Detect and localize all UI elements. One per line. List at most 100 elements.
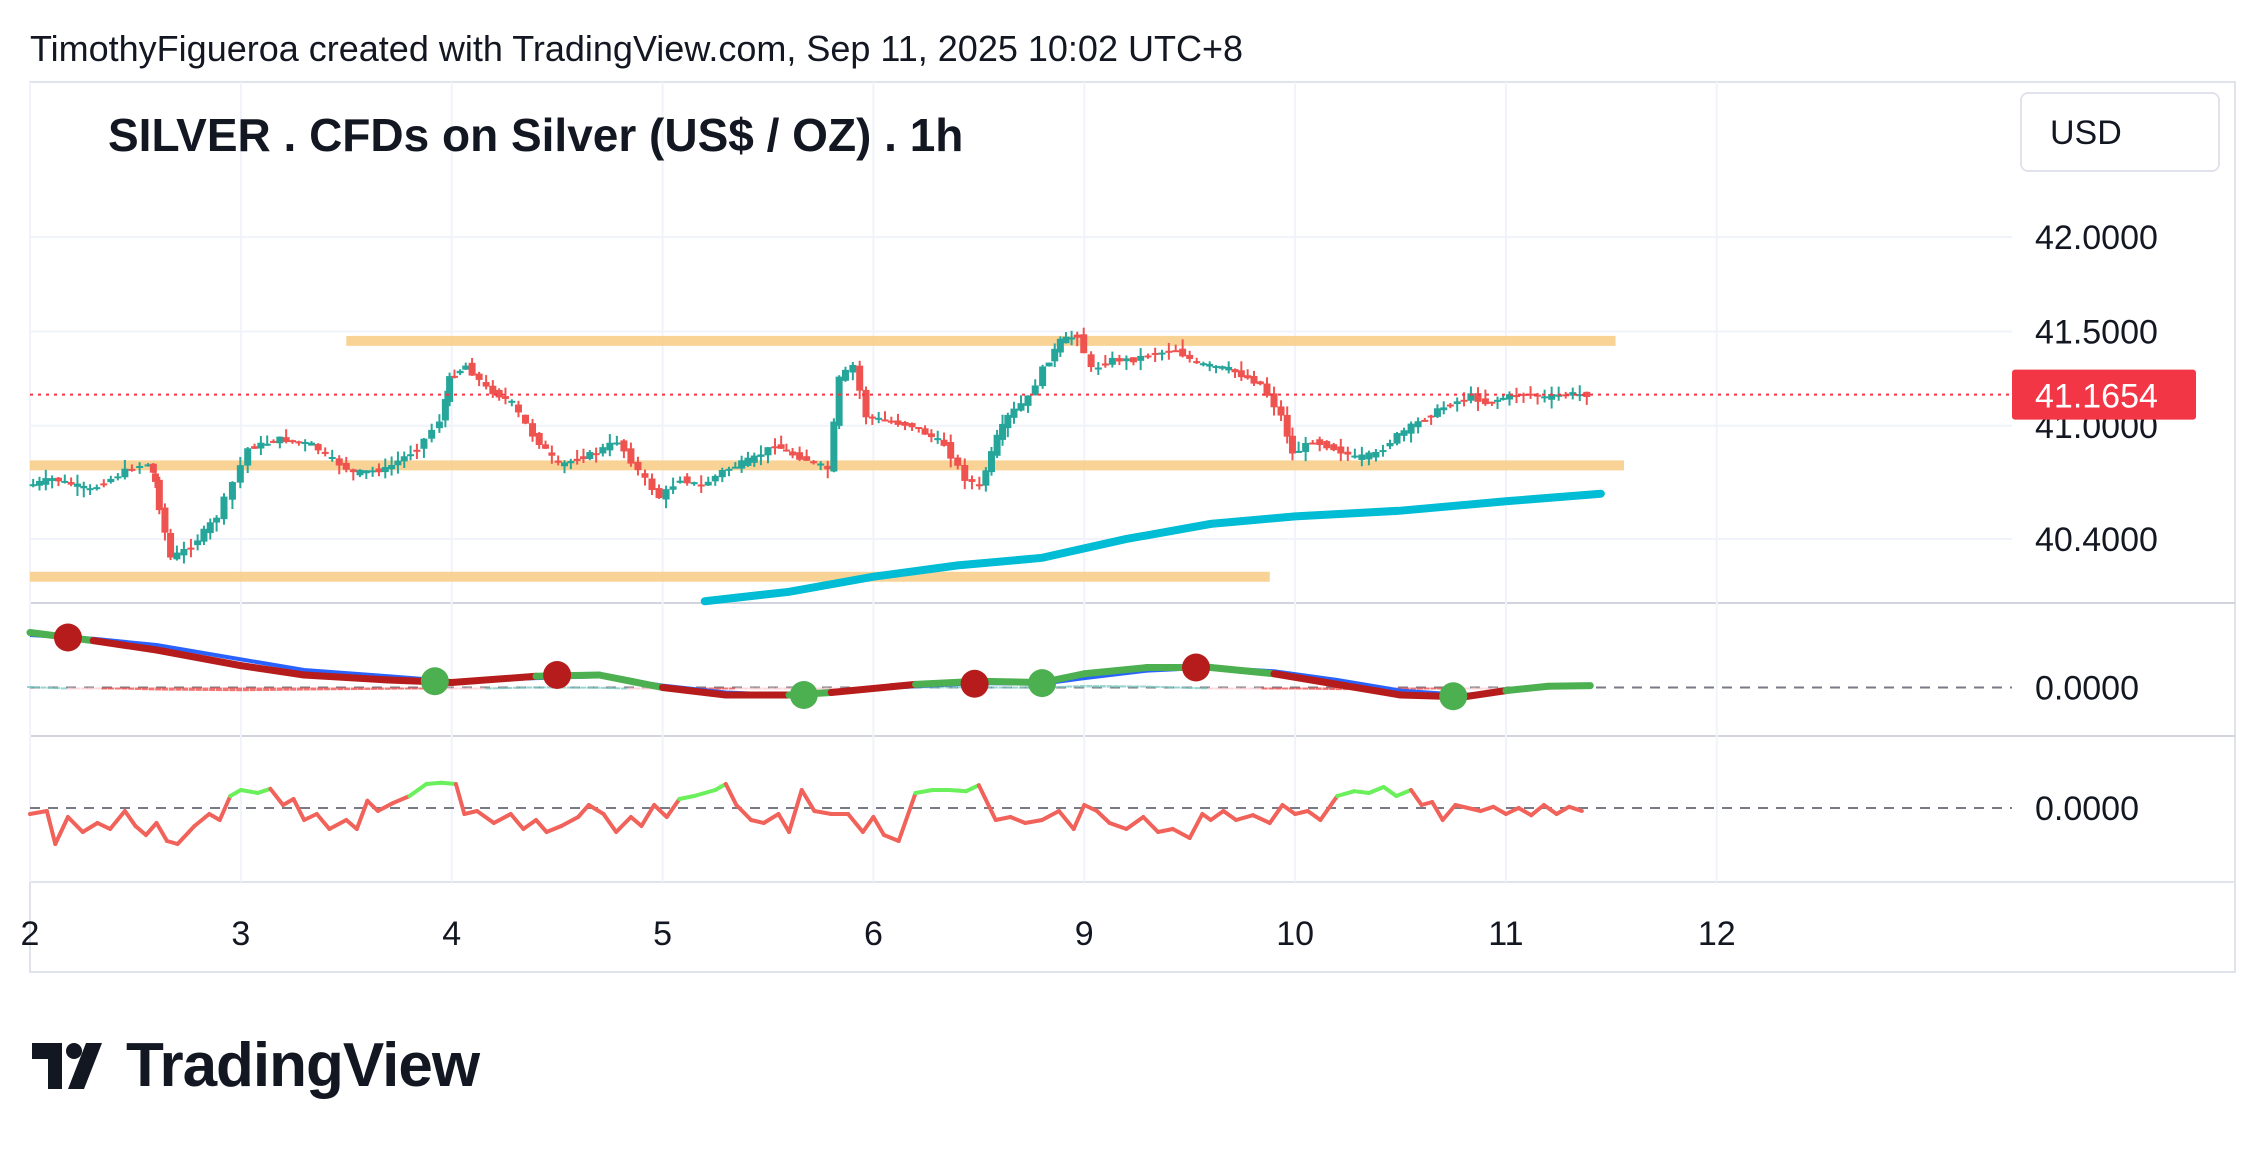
oscillator-line-segment: [108, 809, 127, 831]
time-axis-label: 12: [1698, 915, 1736, 953]
candle-body: [1316, 439, 1324, 446]
candle-body: [1010, 408, 1018, 418]
candle-body: [1288, 435, 1296, 454]
candle-body: [420, 438, 428, 449]
macd-bullish-cross-marker: [1439, 682, 1468, 711]
macd-histogram-bar: [607, 687, 614, 690]
oscillator-line-segment: [677, 794, 697, 801]
candle-body: [771, 446, 779, 449]
candle-body: [648, 478, 656, 491]
macd-histogram-bar: [1221, 687, 1228, 690]
candle-body: [975, 484, 983, 487]
candle-body: [817, 463, 825, 466]
candle-body: [136, 465, 144, 468]
candle-body: [187, 547, 195, 550]
macd-histogram-bar: [472, 687, 479, 690]
macd-histogram-bar: [465, 687, 472, 690]
oscillator-line-segment: [1430, 800, 1445, 822]
candle-body: [1199, 363, 1207, 366]
candle-body: [441, 399, 449, 421]
candle-body: [1379, 450, 1387, 453]
candle-body: [1250, 375, 1258, 384]
candle-body: [1244, 375, 1252, 379]
macd-histogram-bar: [80, 687, 87, 690]
candle-body: [206, 522, 214, 534]
macd-histogram-bar: [141, 687, 148, 691]
candle-body: [982, 470, 990, 486]
macd-bullish-cross-marker: [1028, 669, 1057, 698]
macd-histogram-bar: [377, 687, 384, 690]
macd-histogram-bar: [1416, 687, 1423, 690]
oscillator-line-segment: [1440, 803, 1458, 822]
candle-body: [1295, 450, 1303, 453]
candle-body: [48, 478, 56, 482]
candle-body: [244, 448, 252, 466]
candle-body: [810, 461, 818, 464]
candle-body: [718, 469, 726, 478]
candle-body: [194, 540, 202, 546]
tradingview-wordmark: TradingView: [126, 1031, 480, 1100]
candle-body: [1446, 404, 1454, 407]
candle-body: [606, 442, 614, 451]
macd-histogram-bar: [215, 687, 222, 692]
oscillator-line-segment: [860, 815, 876, 834]
candle-body: [1024, 395, 1032, 406]
macd-histogram-bar: [236, 687, 243, 692]
candle-body: [1421, 419, 1429, 422]
macd-bearish-cross-marker: [960, 669, 989, 698]
candle-body: [54, 477, 62, 482]
macd-bearish-cross-marker: [53, 623, 82, 652]
macd-histogram-bar: [458, 687, 465, 690]
macd-histogram-bar: [188, 687, 195, 691]
candle-body: [1206, 363, 1214, 367]
time-axis-label: 11: [1488, 915, 1523, 953]
candle-body: [803, 456, 811, 461]
macd-histogram-bar: [593, 686, 600, 689]
macd-histogram-bar: [627, 687, 634, 690]
oscillator-line-segment: [1208, 809, 1226, 822]
macd-histogram-bar: [580, 686, 587, 689]
oscillator-line-segment: [95, 821, 113, 831]
candle-body: [954, 457, 962, 466]
candle-body: [289, 440, 297, 443]
candle-body: [849, 364, 857, 373]
macd-histogram-bar: [620, 687, 627, 690]
tradingview-brand[interactable]: TradingView: [32, 1030, 480, 1101]
macd-histogram-bar: [101, 687, 108, 690]
macd-histogram-bar: [1180, 686, 1187, 689]
oscillator-line-segment: [508, 812, 526, 831]
candle-body: [1172, 350, 1180, 353]
macd-histogram-bar: [1254, 687, 1261, 690]
candle-body: [1488, 401, 1496, 404]
macd-histogram-bar: [182, 687, 189, 691]
candle-body: [894, 420, 902, 425]
oscillator-line-segment: [1141, 815, 1161, 834]
macd-histogram-bar: [762, 687, 769, 690]
candle-body: [824, 465, 832, 470]
candle-body: [548, 452, 556, 456]
oscillator-line-segment: [1352, 789, 1371, 795]
macd-histogram-bar: [1302, 687, 1309, 690]
macd-histogram-bar: [296, 687, 303, 691]
macd-histogram-bar: [323, 687, 330, 691]
candle-body: [1414, 421, 1422, 428]
macd-histogram-bar: [735, 687, 742, 690]
candle-body: [567, 460, 575, 464]
macd-histogram-bar: [492, 687, 499, 690]
silver-chart[interactable]: 2 3 4 5 6 9 10 11 1242.000041.500041.000040.4000…: [0, 0, 2262, 1150]
currency-selector[interactable]: USD: [2020, 92, 2220, 172]
oscillator-line-segment: [1124, 815, 1146, 831]
candle-body: [915, 427, 923, 430]
candle-body: [307, 442, 315, 446]
macd-histogram-bar: [1275, 687, 1282, 690]
oscillator-line-segment: [1529, 803, 1546, 818]
candle-body: [856, 365, 864, 391]
oscillator-line-segment: [896, 791, 918, 843]
macd-histogram-bar: [1079, 684, 1086, 688]
oscillator-line-segment: [1187, 812, 1205, 840]
candle-body: [535, 432, 543, 446]
macd-bullish-cross-marker: [789, 681, 818, 709]
macd-histogram-bar: [357, 687, 364, 690]
candle-body: [573, 458, 581, 461]
candle-body: [1094, 367, 1102, 370]
